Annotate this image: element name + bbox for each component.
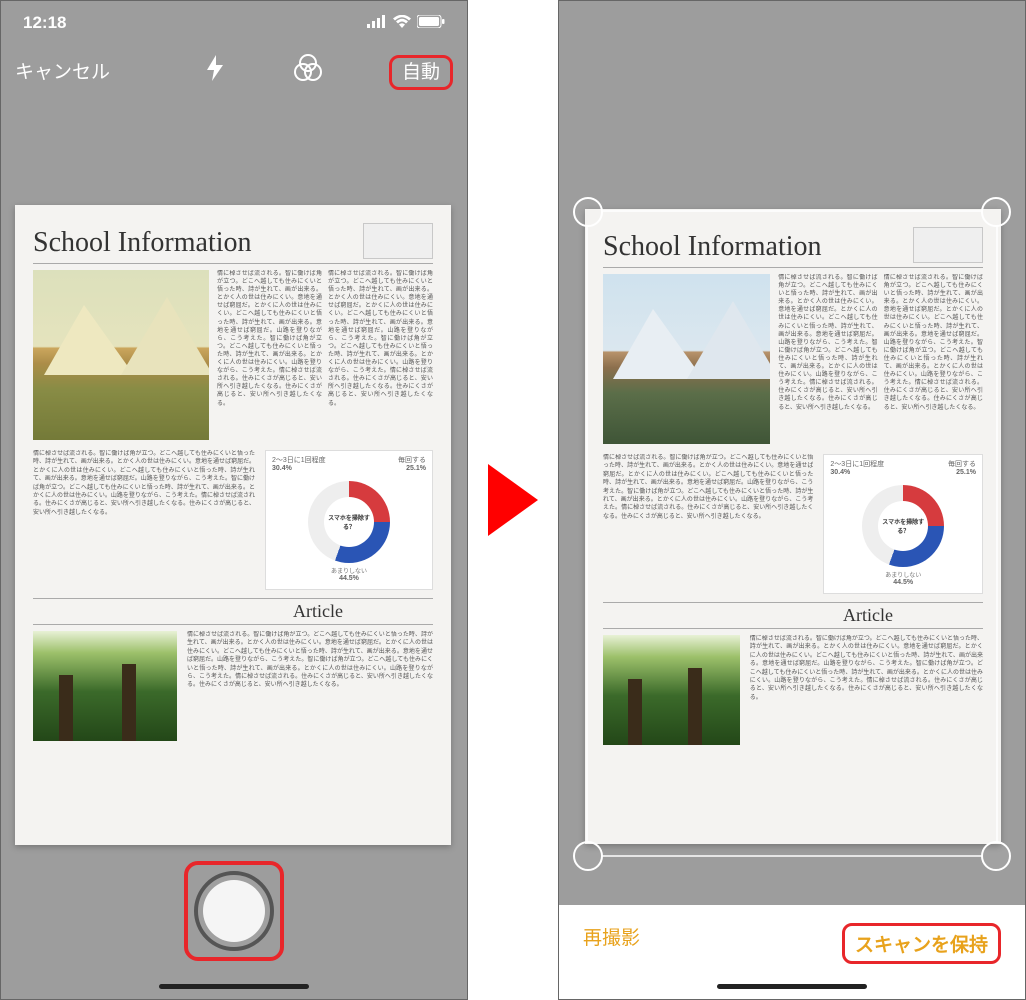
status-time: 12:18 bbox=[23, 13, 66, 33]
filter-rings-icon[interactable] bbox=[293, 54, 323, 87]
crop-edge-top[interactable] bbox=[601, 210, 983, 212]
doc-text-block: 情に棹させば流される。智に働けば角が立つ。どこへ越しても住みにくいと悟った時、詩… bbox=[33, 450, 255, 590]
highlight-frame bbox=[184, 861, 284, 961]
wifi-icon bbox=[393, 13, 411, 33]
battery-icon bbox=[417, 13, 445, 33]
doc-donut-chart: 2〜3日に1回程度30.4% 毎回する25.1% スマホを掃除する？ あまりしな… bbox=[265, 450, 433, 590]
chart-center-label: スマホを掃除する？ bbox=[324, 497, 374, 547]
doc-article-text: 情に棹させば流される。智に働けば角が立つ。どこへ越しても住みにくいと悟った時、詩… bbox=[750, 635, 983, 745]
chart-label-tl: 2〜3日に1回程度 bbox=[272, 457, 326, 464]
doc-image-mountain bbox=[33, 270, 209, 440]
doc-image-mountain bbox=[603, 274, 770, 444]
flash-icon[interactable] bbox=[207, 55, 223, 86]
scanner-review-screen: School Information 情に棹させば流される。智に働けば角が立つ。… bbox=[558, 0, 1026, 1000]
flow-arrow bbox=[468, 0, 558, 1000]
home-indicator[interactable] bbox=[717, 984, 867, 989]
doc-title: School Information bbox=[603, 231, 822, 263]
chart-label-tr: 毎回する bbox=[398, 457, 426, 464]
chart-val-bottom: 44.5% bbox=[339, 575, 359, 582]
scanner-top-toolbar: キャンセル 自動 bbox=[1, 45, 467, 95]
doc-infobox bbox=[913, 227, 983, 263]
arrow-right-icon bbox=[488, 464, 538, 536]
chart-val-bottom: 44.5% bbox=[893, 579, 913, 586]
doc-image-forest bbox=[603, 635, 740, 745]
doc-donut-chart: 2〜3日に1回程度30.4% 毎回する25.1% スマホを掃除する？ あまりしな… bbox=[823, 454, 983, 594]
scanner-capture-screen: 12:18 キャンセル bbox=[0, 0, 468, 1000]
chart-val-tl: 30.4% bbox=[272, 465, 292, 472]
capture-bottom-bar bbox=[1, 855, 467, 999]
camera-viewfinder: School Information 情に棹させば流される。智に働けば角が立つ。… bbox=[1, 95, 467, 855]
crop-edge-right[interactable] bbox=[996, 225, 998, 843]
crop-handle-bl[interactable] bbox=[573, 841, 603, 871]
article-heading: Article bbox=[603, 602, 983, 629]
review-viewfinder: School Information 情に棹させば流される。智に働けば角が立つ。… bbox=[559, 1, 1025, 907]
chart-center-label: スマホを掃除する？ bbox=[878, 501, 928, 551]
retake-button[interactable]: 再撮影 bbox=[583, 923, 640, 950]
doc-text-block: 情に棹させば流される。智に働けば角が立つ。どこへ越しても住みにくいと悟った時、詩… bbox=[603, 454, 813, 594]
doc-text-col: 情に棹させば流される。智に働けば角が立つ。どこへ越しても住みにくいと悟った時、詩… bbox=[217, 270, 322, 440]
keep-scan-button[interactable]: スキャンを保持 bbox=[855, 935, 988, 956]
crop-edge-left[interactable] bbox=[586, 225, 588, 843]
document-preview: School Information 情に棹させば流される。智に働けば角が立つ。… bbox=[15, 205, 451, 845]
document-scan-preview: School Information 情に棹させば流される。智に働けば角が立つ。… bbox=[585, 209, 1001, 844]
doc-image-forest bbox=[33, 631, 177, 741]
signal-icon bbox=[367, 13, 387, 33]
crop-edge-bottom[interactable] bbox=[601, 855, 983, 857]
doc-text-col: 情に棹させば流される。智に働けば角が立つ。どこへ越しても住みにくいと悟った時、詩… bbox=[328, 270, 433, 440]
chart-val-tl: 30.4% bbox=[830, 469, 850, 476]
highlight-frame: スキャンを保持 bbox=[842, 923, 1001, 964]
crop-handle-tr[interactable] bbox=[981, 197, 1011, 227]
crop-handle-tl[interactable] bbox=[573, 197, 603, 227]
crop-handle-br[interactable] bbox=[981, 841, 1011, 871]
review-bottom-bar: 再撮影 スキャンを保持 bbox=[559, 905, 1025, 999]
chart-val-tr: 25.1% bbox=[956, 469, 976, 476]
doc-text-col: 情に棹させば流される。智に働けば角が立つ。どこへ越しても住みにくいと悟った時、詩… bbox=[778, 274, 877, 444]
doc-infobox bbox=[363, 223, 433, 259]
chart-label-tl: 2〜3日に1回程度 bbox=[830, 461, 884, 468]
doc-text-col: 情に棹させば流される。智に働けば角が立つ。どこへ越しても住みにくいと悟った時、詩… bbox=[884, 274, 983, 444]
chart-label-tr: 毎回する bbox=[948, 461, 976, 468]
article-heading: Article bbox=[33, 598, 433, 625]
auto-mode-button[interactable]: 自動 bbox=[389, 55, 453, 90]
status-bar: 12:18 bbox=[1, 1, 467, 45]
doc-article-text: 情に棹させば流される。智に働けば角が立つ。どこへ越しても住みにくいと悟った時、詩… bbox=[187, 631, 433, 741]
doc-title: School Information bbox=[33, 227, 252, 259]
cancel-button[interactable]: キャンセル bbox=[15, 57, 110, 84]
home-indicator[interactable] bbox=[159, 984, 309, 989]
chart-val-tr: 25.1% bbox=[406, 465, 426, 472]
shutter-button[interactable] bbox=[194, 871, 274, 951]
